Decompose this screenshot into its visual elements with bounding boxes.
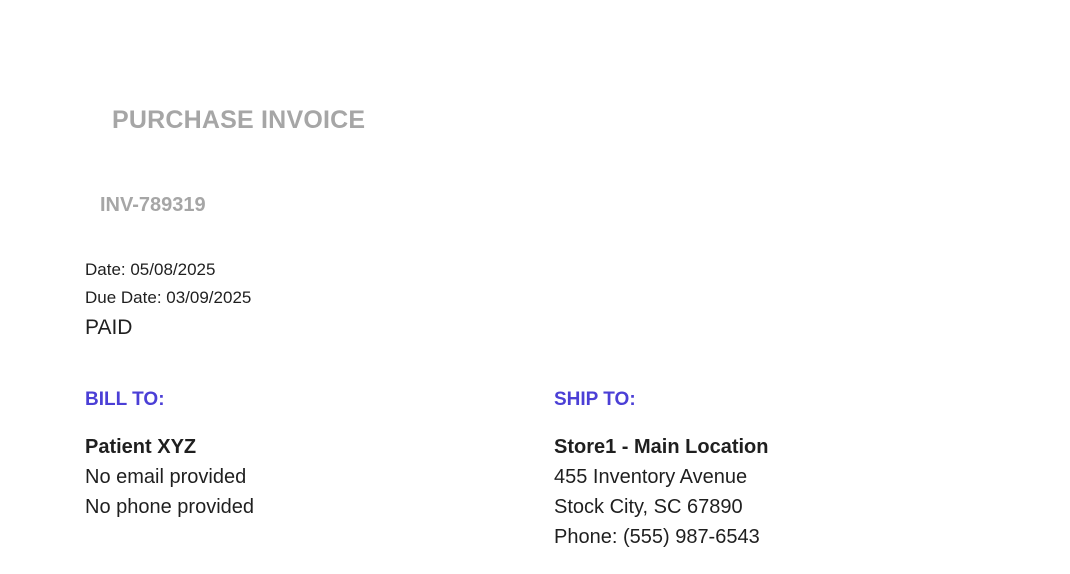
ship-to-address-line: 455 Inventory Avenue bbox=[554, 466, 748, 488]
ship-to-name: Store1 - Main Location bbox=[554, 436, 769, 458]
ship-to-city-line: Stock City, SC 67890 bbox=[554, 496, 743, 518]
invoice-due-date: Due Date: 03/09/2025 bbox=[85, 288, 252, 307]
ship-to-section: SHIP TO: Store1 - Main Location 455 Inve… bbox=[554, 388, 768, 552]
bill-to-name: Patient XYZ bbox=[85, 436, 197, 458]
invoice-title: PURCHASE INVOICE bbox=[112, 106, 366, 134]
ship-to-heading: SHIP TO: bbox=[554, 389, 636, 410]
invoice-date: Date: 05/08/2025 bbox=[85, 260, 216, 279]
bill-to-section: BILL TO: Patient XYZ No email provided N… bbox=[85, 388, 254, 522]
invoice-status: PAID bbox=[85, 316, 133, 339]
ship-to-phone: Phone: (555) 987-6543 bbox=[554, 526, 760, 548]
bill-to-email: No email provided bbox=[85, 466, 247, 488]
invoice-number: INV-789319 bbox=[100, 194, 206, 216]
invoice-meta: Date: 05/08/2025 Due Date: 03/09/2025 PA… bbox=[85, 256, 251, 344]
bill-to-heading: BILL TO: bbox=[85, 389, 165, 410]
bill-to-phone: No phone provided bbox=[85, 496, 255, 518]
